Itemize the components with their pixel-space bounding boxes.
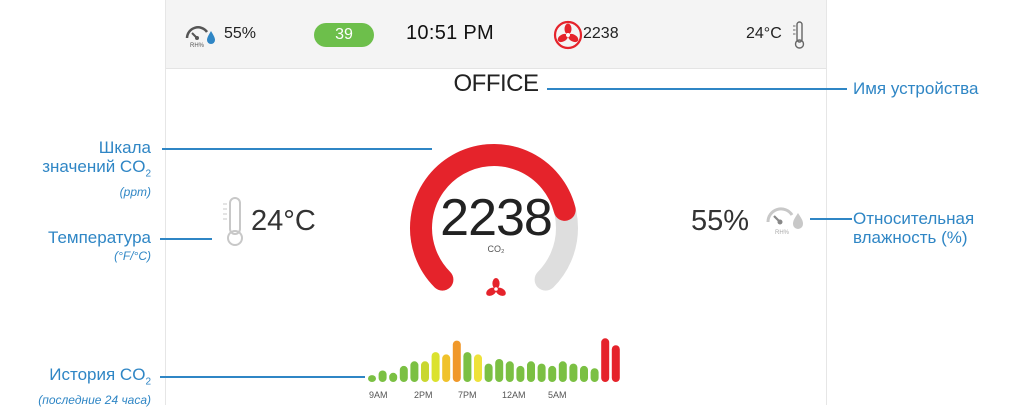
- history-bar: [378, 370, 387, 382]
- thermometer-icon: [793, 21, 805, 49]
- callout-line-history: [160, 376, 365, 378]
- callout-line-humidity: [810, 218, 852, 220]
- callout-device-name: Имя устройства: [853, 79, 979, 98]
- thermostat-display: RH% 55% 39 10:51 PM 2238 24°C OFFICE 24°…: [165, 0, 827, 405]
- history-tick-label: 9AM: [369, 390, 388, 400]
- history-bar: [505, 361, 514, 382]
- clock: 10:51 PM: [406, 22, 495, 44]
- co2-unit: CO₂: [487, 244, 505, 254]
- fan-icon: [486, 278, 506, 296]
- history-bar: [442, 354, 451, 382]
- svg-text:RH%: RH%: [775, 230, 790, 236]
- callout-line-temperature: [160, 238, 212, 240]
- history-tick-label: 5AM: [548, 390, 567, 400]
- top-humidity: 55%: [224, 25, 257, 42]
- status-bar: RH% 55% 39 10:51 PM 2238 24°C: [166, 0, 826, 69]
- history-bar: [569, 363, 578, 382]
- history-bar: [537, 363, 546, 382]
- history-bar: [548, 365, 557, 382]
- history-bar: [452, 340, 461, 382]
- history-bar: [527, 361, 535, 382]
- svg-text:RH%: RH%: [190, 43, 205, 49]
- history-bar: [421, 361, 429, 382]
- history-bar: [580, 365, 588, 382]
- callout-line-scale: [162, 148, 432, 150]
- history-bar: [389, 372, 398, 382]
- history-bar: [368, 375, 376, 382]
- main-temperature: 24°C: [251, 205, 316, 237]
- history-tick-label: 12AM: [502, 390, 526, 400]
- callout-history: История CO2 (последние 24 часа): [38, 365, 151, 408]
- history-bar: [474, 354, 482, 382]
- history-bar: [431, 352, 440, 382]
- status-badge[interactable]: 39: [314, 23, 374, 47]
- top-temperature: 24°C: [746, 25, 782, 42]
- device-name[interactable]: OFFICE: [166, 70, 826, 98]
- history-bar: [558, 361, 567, 382]
- history-tick-label: 2PM: [414, 390, 433, 400]
- history-bar: [601, 338, 610, 382]
- humidity-gauge-icon: RH%: [766, 207, 803, 236]
- main-humidity: 55%: [691, 205, 750, 237]
- co2-value: 2238: [440, 189, 553, 247]
- history-bar: [399, 365, 408, 382]
- top-fan-value: 2238: [583, 25, 619, 42]
- history-bar: [463, 352, 472, 382]
- history-bar: [590, 368, 599, 382]
- fan-icon: [553, 20, 583, 50]
- callout-co2-scale: Шкала значений CO2 (ppm): [42, 138, 151, 200]
- history-bar: [495, 359, 504, 382]
- history-tick-label: 7PM: [458, 390, 477, 400]
- callout-humidity: Относительная влажность (%): [853, 209, 975, 247]
- co2-history-chart: [368, 338, 620, 382]
- history-bar: [516, 365, 525, 382]
- thermometer-icon: [223, 197, 243, 246]
- history-bar: [484, 363, 493, 382]
- callout-temperature: Температура (°F/°C): [48, 228, 151, 263]
- history-bar: [410, 361, 419, 382]
- callout-line-device: [547, 88, 847, 90]
- humidity-gauge-icon: RH%: [185, 26, 215, 49]
- history-bar: [611, 345, 620, 382]
